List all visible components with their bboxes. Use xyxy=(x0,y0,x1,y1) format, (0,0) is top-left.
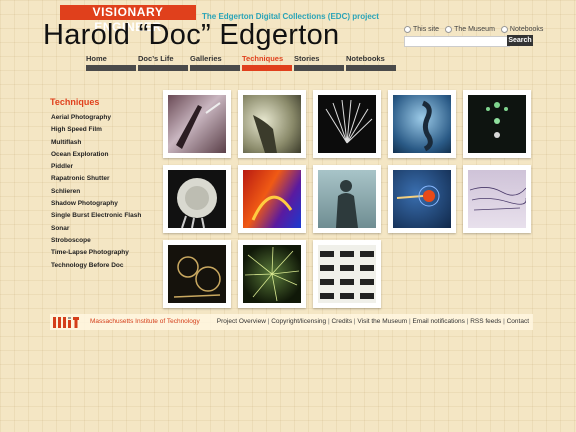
technique-link[interactable]: Sonar xyxy=(51,223,141,235)
nav-underline xyxy=(294,65,344,71)
thumb-stroboscope[interactable] xyxy=(163,240,231,308)
radio-icon[interactable] xyxy=(404,26,411,33)
footer: Massachusetts Institute of Technology Pr… xyxy=(50,314,533,330)
thumbnail-image xyxy=(393,170,451,228)
nav-galleries[interactable]: Galleries xyxy=(190,54,240,71)
thumb-aerial-photo[interactable] xyxy=(163,90,231,158)
technique-link[interactable]: Aerial Photography xyxy=(51,112,141,124)
thumb-high-speed-film[interactable] xyxy=(238,90,306,158)
search-scope-options: This site The Museum Notebooks xyxy=(404,26,543,33)
thumbnail-image xyxy=(243,245,301,303)
thumb-ocean-seahorse[interactable] xyxy=(388,90,456,158)
radio-icon[interactable] xyxy=(500,26,508,33)
technique-link[interactable]: Schlieren xyxy=(51,186,141,198)
technique-link[interactable]: Shadow Photography xyxy=(51,198,141,210)
thumbnail-image xyxy=(468,95,526,153)
nav-techniques[interactable]: Techniques xyxy=(242,54,292,71)
scope-label: The Museum xyxy=(454,26,495,33)
technique-link[interactable]: Time-Lapse Photography xyxy=(51,247,141,259)
nav-label: Stories xyxy=(294,54,320,63)
nav-label: Home xyxy=(86,54,107,63)
nav-home[interactable]: Home xyxy=(86,54,136,71)
footer-link-visit-museum[interactable]: Visit the Museum xyxy=(357,318,407,325)
thumbnail-image xyxy=(318,245,376,303)
thumb-time-lapse-fireworks[interactable] xyxy=(238,240,306,308)
link-separator: | xyxy=(408,318,411,325)
thumbnail-image xyxy=(168,245,226,303)
thumb-piddler-drops[interactable] xyxy=(463,90,531,158)
nav-label: Notebooks xyxy=(346,54,385,63)
footer-link-rss[interactable]: RSS feeds xyxy=(470,318,501,325)
nav-underline xyxy=(86,65,136,71)
thumb-horse-sequence[interactable] xyxy=(313,240,381,308)
link-separator: | xyxy=(466,318,469,325)
technique-link[interactable]: High Speed Film xyxy=(51,124,141,136)
nav-underline xyxy=(346,65,396,71)
footer-link-project-overview[interactable]: Project Overview xyxy=(217,318,266,325)
nav-underline xyxy=(242,65,292,71)
thumb-schlieren-color[interactable] xyxy=(238,165,306,233)
thumbnail-image xyxy=(468,170,526,228)
nav-notebooks[interactable]: Notebooks xyxy=(346,54,396,71)
thumbnail-image xyxy=(168,95,226,153)
thumb-multiflash[interactable] xyxy=(313,90,381,158)
technique-link[interactable]: Multiflash xyxy=(51,137,141,149)
thumb-rapatronic-fireball[interactable] xyxy=(163,165,231,233)
site-title[interactable]: Harold “Doc” Edgerton xyxy=(43,19,339,51)
mit-name-link[interactable]: Massachusetts Institute of Technology xyxy=(90,318,200,325)
thumbnail-image xyxy=(243,95,301,153)
scope-the-museum[interactable]: The Museum xyxy=(445,26,495,33)
mit-logo-icon[interactable] xyxy=(53,317,79,328)
thumb-sonar-chart[interactable] xyxy=(463,165,531,233)
link-separator: | xyxy=(267,318,270,325)
scope-label: This site xyxy=(413,26,440,33)
thumbnail-image xyxy=(393,95,451,153)
nav-label: Techniques xyxy=(242,54,284,63)
nav-underline xyxy=(138,65,188,71)
nav-label: Doc’s Life xyxy=(138,54,174,63)
radio-icon[interactable] xyxy=(445,26,453,33)
link-separator: | xyxy=(353,318,356,325)
footer-link-credits[interactable]: Credits xyxy=(331,318,352,325)
search-input[interactable] xyxy=(404,36,510,47)
search-button[interactable]: Search xyxy=(507,35,533,46)
footer-link-email[interactable]: Email notifications xyxy=(412,318,464,325)
link-separator: | xyxy=(503,318,505,325)
technique-link[interactable]: Stroboscope xyxy=(51,235,141,247)
nav-stories[interactable]: Stories xyxy=(294,54,344,71)
thumbnail-image xyxy=(243,170,301,228)
nav-docs-life[interactable]: Doc’s Life xyxy=(138,54,188,71)
thumbnail-image xyxy=(318,95,376,153)
thumbnail-image xyxy=(168,170,226,228)
technique-link[interactable]: Ocean Exploration xyxy=(51,149,141,161)
footer-links: Project Overview | Copyright/licensing |… xyxy=(217,318,529,325)
sidebar-heading: Techniques xyxy=(50,97,100,107)
nav-label: Galleries xyxy=(190,54,222,63)
nav-underline xyxy=(190,65,240,71)
technique-link[interactable]: Rapatronic Shutter xyxy=(51,173,141,185)
link-separator: | xyxy=(327,318,330,325)
visionary-engineer-banner[interactable]: VISIONARY ENGINEER xyxy=(60,5,196,34)
footer-link-contact[interactable]: Contact xyxy=(507,318,529,325)
thumb-shadow-figure[interactable] xyxy=(313,165,381,233)
technique-link[interactable]: Piddler xyxy=(51,161,141,173)
technique-list: Aerial Photography High Speed Film Multi… xyxy=(51,112,141,272)
footer-link-copyright[interactable]: Copyright/licensing xyxy=(271,318,326,325)
thumb-single-burst-flash[interactable] xyxy=(388,165,456,233)
scope-notebooks[interactable]: Notebooks xyxy=(500,26,544,33)
thumbnail-image xyxy=(318,170,376,228)
scope-this-site[interactable]: This site xyxy=(404,26,439,33)
technique-link[interactable]: Technology Before Doc xyxy=(51,260,141,272)
technique-link[interactable]: Single Burst Electronic Flash xyxy=(51,210,141,222)
scope-label: Notebooks xyxy=(509,26,544,33)
